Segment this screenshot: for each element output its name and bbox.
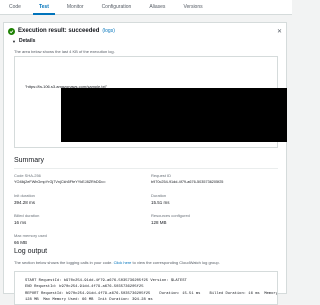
billed-duration-label: Billed duration xyxy=(14,213,40,218)
logs-link[interactable]: (logs) xyxy=(102,28,115,34)
log-desc-text: The section below shows the logging call… xyxy=(14,260,113,265)
execution-result-panel: Execution result: succeeded (logs) ✕ ▼ D… xyxy=(3,22,287,305)
cloudwatch-click-here-link[interactable]: Click here xyxy=(114,260,132,265)
tab-test[interactable]: Test xyxy=(30,0,58,15)
init-duration-label: Init duration xyxy=(14,193,35,198)
log-desc-text-after: to view the corresponding CloudWatch log… xyxy=(132,260,220,265)
log-line: 128 MB Max Memory Used: 66 MB Init Durat… xyxy=(25,298,153,303)
execution-log-description: The area below shows the last 4 KB of th… xyxy=(14,49,115,54)
duration-value: 15.51 ms xyxy=(151,200,170,205)
log-output-title: Log output xyxy=(14,248,48,255)
execution-result-header: Execution result: succeeded (logs) ✕ xyxy=(8,26,282,36)
summary-divider xyxy=(14,168,278,169)
resources-configured-value: 128 MB xyxy=(151,220,167,225)
tab-aliases[interactable]: Aliases xyxy=(140,0,174,14)
execution-output-box: "https://fa-106.s3.amazonaws.com/sample.… xyxy=(14,56,287,148)
log-output-description: The section below shows the logging call… xyxy=(14,260,220,265)
code-sha-value: YO4lkj2eFWhGmpYrGj7VnjCkh5FfeYYkEJ8ZRhDD… xyxy=(14,180,106,184)
redacted-output-block xyxy=(61,88,287,142)
resources-configured-label: Resources configured xyxy=(151,213,190,218)
success-check-icon xyxy=(8,27,15,35)
max-memory-label: Max memory used xyxy=(14,233,47,238)
billed-duration-value: 16 ms xyxy=(14,220,27,225)
close-icon[interactable]: ✕ xyxy=(277,28,282,35)
tab-bar: Code Test Monitor Configuration Aliases … xyxy=(0,0,292,15)
caret-down-icon: ▼ xyxy=(12,38,16,44)
tab-monitor[interactable]: Monitor xyxy=(58,0,93,14)
tab-configuration[interactable]: Configuration xyxy=(93,0,141,14)
tab-versions[interactable]: Versions xyxy=(174,0,211,14)
details-toggle[interactable]: ▼ Details xyxy=(12,38,35,44)
summary-title: Summary xyxy=(14,157,44,164)
max-memory-value: 66 MB xyxy=(14,240,28,245)
init-duration-value: 394.28 ms xyxy=(14,200,36,205)
tab-code[interactable]: Code xyxy=(0,0,30,14)
details-label: Details xyxy=(18,38,36,44)
duration-label: Duration xyxy=(151,193,167,198)
code-sha-label: Code SHA-256 xyxy=(14,173,41,178)
execution-result-title: Execution result: succeeded xyxy=(18,28,100,34)
request-id-value: b970c254-91dd-4f79-a676-5035736205f25 xyxy=(151,180,224,184)
request-id-label: Request ID xyxy=(151,173,172,178)
